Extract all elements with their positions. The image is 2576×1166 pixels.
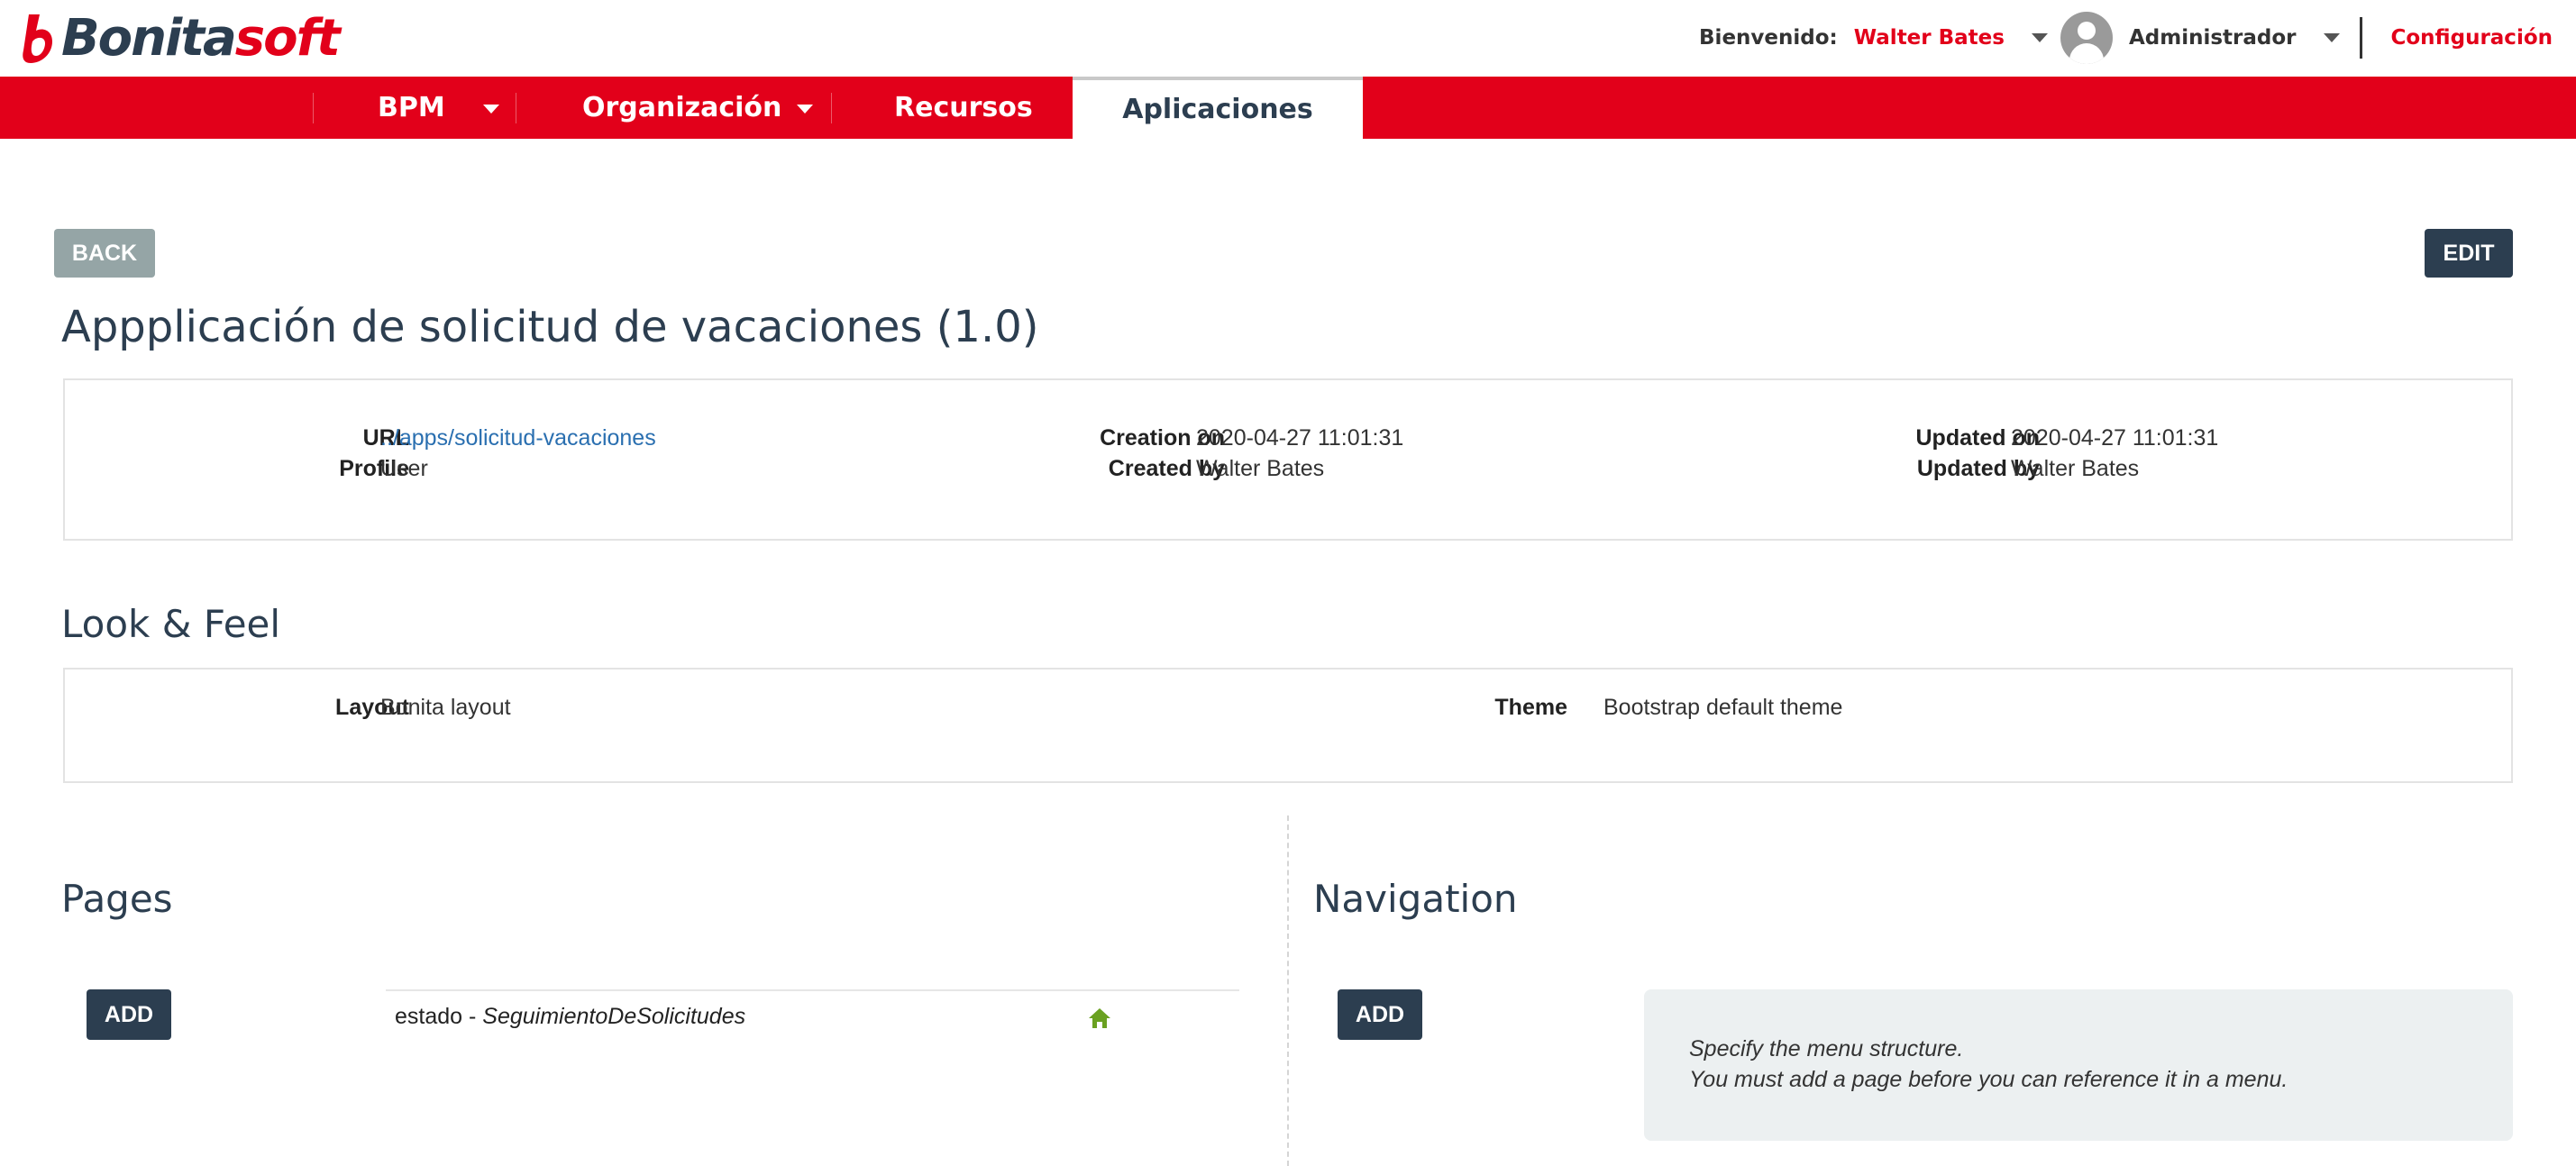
profile-caret-down-icon[interactable] <box>2323 33 2340 42</box>
main-nav: BPM Organización Recursos Aplicaciones <box>0 77 2576 139</box>
page-name: SeguimientoDeSolicitudes <box>482 1004 746 1029</box>
bonitasoft-logo-mark <box>23 14 52 63</box>
nav-item-label: Recursos <box>894 92 1033 123</box>
user-name[interactable]: Walter Bates <box>1854 26 2005 50</box>
user-caret-down-icon[interactable] <box>2031 33 2048 42</box>
nav-item-label: Organización <box>582 92 782 123</box>
nav-item-recursos[interactable]: Recursos <box>894 77 1033 139</box>
page-title: Appplicación de solicitud de vacaciones … <box>61 302 1039 352</box>
creation-on-value: 2020-04-27 11:01:31 <box>1196 425 1404 451</box>
app-details-panel: URL ../apps/solicitud-vacaciones Profile… <box>63 378 2513 541</box>
logo-text-soft: soft <box>234 8 341 68</box>
bonitasoft-logo[interactable]: Bonitasoft <box>20 5 341 70</box>
home-icon[interactable] <box>1087 1006 1112 1031</box>
page-token: estado <box>395 1004 463 1029</box>
nav-item-organizacion[interactable]: Organización <box>582 77 781 139</box>
bpm-caret-down-icon[interactable] <box>483 105 499 114</box>
updated-on-value: 2020-04-27 11:01:31 <box>2011 425 2219 451</box>
look-feel-heading: Look & Feel <box>61 602 281 646</box>
logo-text: Bonitasoft <box>61 8 341 68</box>
navigation-info-line-1: Specify the menu structure. <box>1689 1036 1964 1061</box>
layout-value: Bonita layout <box>380 695 511 720</box>
navigation-info-line-2: You must add a page before you can refer… <box>1689 1067 2288 1092</box>
user-area: Bienvenido: Walter Bates Administrador C… <box>1699 0 2576 76</box>
welcome-label: Bienvenido: <box>1699 26 1838 50</box>
theme-label: Theme <box>1494 695 1567 720</box>
page-row[interactable]: estado - SeguimientoDeSolicitudes <box>386 989 1239 1045</box>
look-feel-panel: Layout Bonita layout Theme Bootstrap def… <box>63 668 2513 783</box>
nav-item-label: Aplicaciones <box>1122 94 1313 125</box>
navigation-heading: Navigation <box>1313 877 1518 921</box>
user-avatar-icon[interactable] <box>2060 12 2113 64</box>
theme-value: Bootstrap default theme <box>1603 695 1843 720</box>
profile-value: User <box>380 456 428 481</box>
header-divider <box>2359 17 2362 59</box>
logo-text-bonita: Bonita <box>61 8 237 68</box>
nav-divider <box>831 93 832 123</box>
section-divider <box>1287 815 1289 1166</box>
nav-item-label: BPM <box>378 92 445 123</box>
app-url-link[interactable]: ../apps/solicitud-vacaciones <box>380 425 656 451</box>
edit-button[interactable]: EDIT <box>2425 229 2513 278</box>
organizacion-caret-down-icon[interactable] <box>797 105 813 114</box>
nav-item-aplicaciones[interactable]: Aplicaciones <box>1073 77 1363 139</box>
page-separator: - <box>462 1004 483 1029</box>
top-header: Bonitasoft Bienvenido: Walter Bates Admi… <box>0 0 2576 76</box>
navigation-info-box: Specify the menu structure. You must add… <box>1644 989 2513 1141</box>
nav-item-bpm[interactable]: BPM <box>378 77 445 139</box>
back-button[interactable]: BACK <box>54 229 155 278</box>
pages-heading: Pages <box>61 877 173 921</box>
add-navigation-button[interactable]: ADD <box>1338 989 1422 1040</box>
add-page-button[interactable]: ADD <box>87 989 171 1040</box>
profile-selector[interactable]: Administrador <box>2129 26 2297 50</box>
created-by-value: Walter Bates <box>1196 456 1325 481</box>
updated-by-value: Walter Bates <box>2011 456 2140 481</box>
page-entry: estado - SeguimientoDeSolicitudes <box>395 1004 745 1030</box>
nav-divider <box>313 93 314 123</box>
config-link[interactable]: Configuración <box>2391 26 2553 50</box>
